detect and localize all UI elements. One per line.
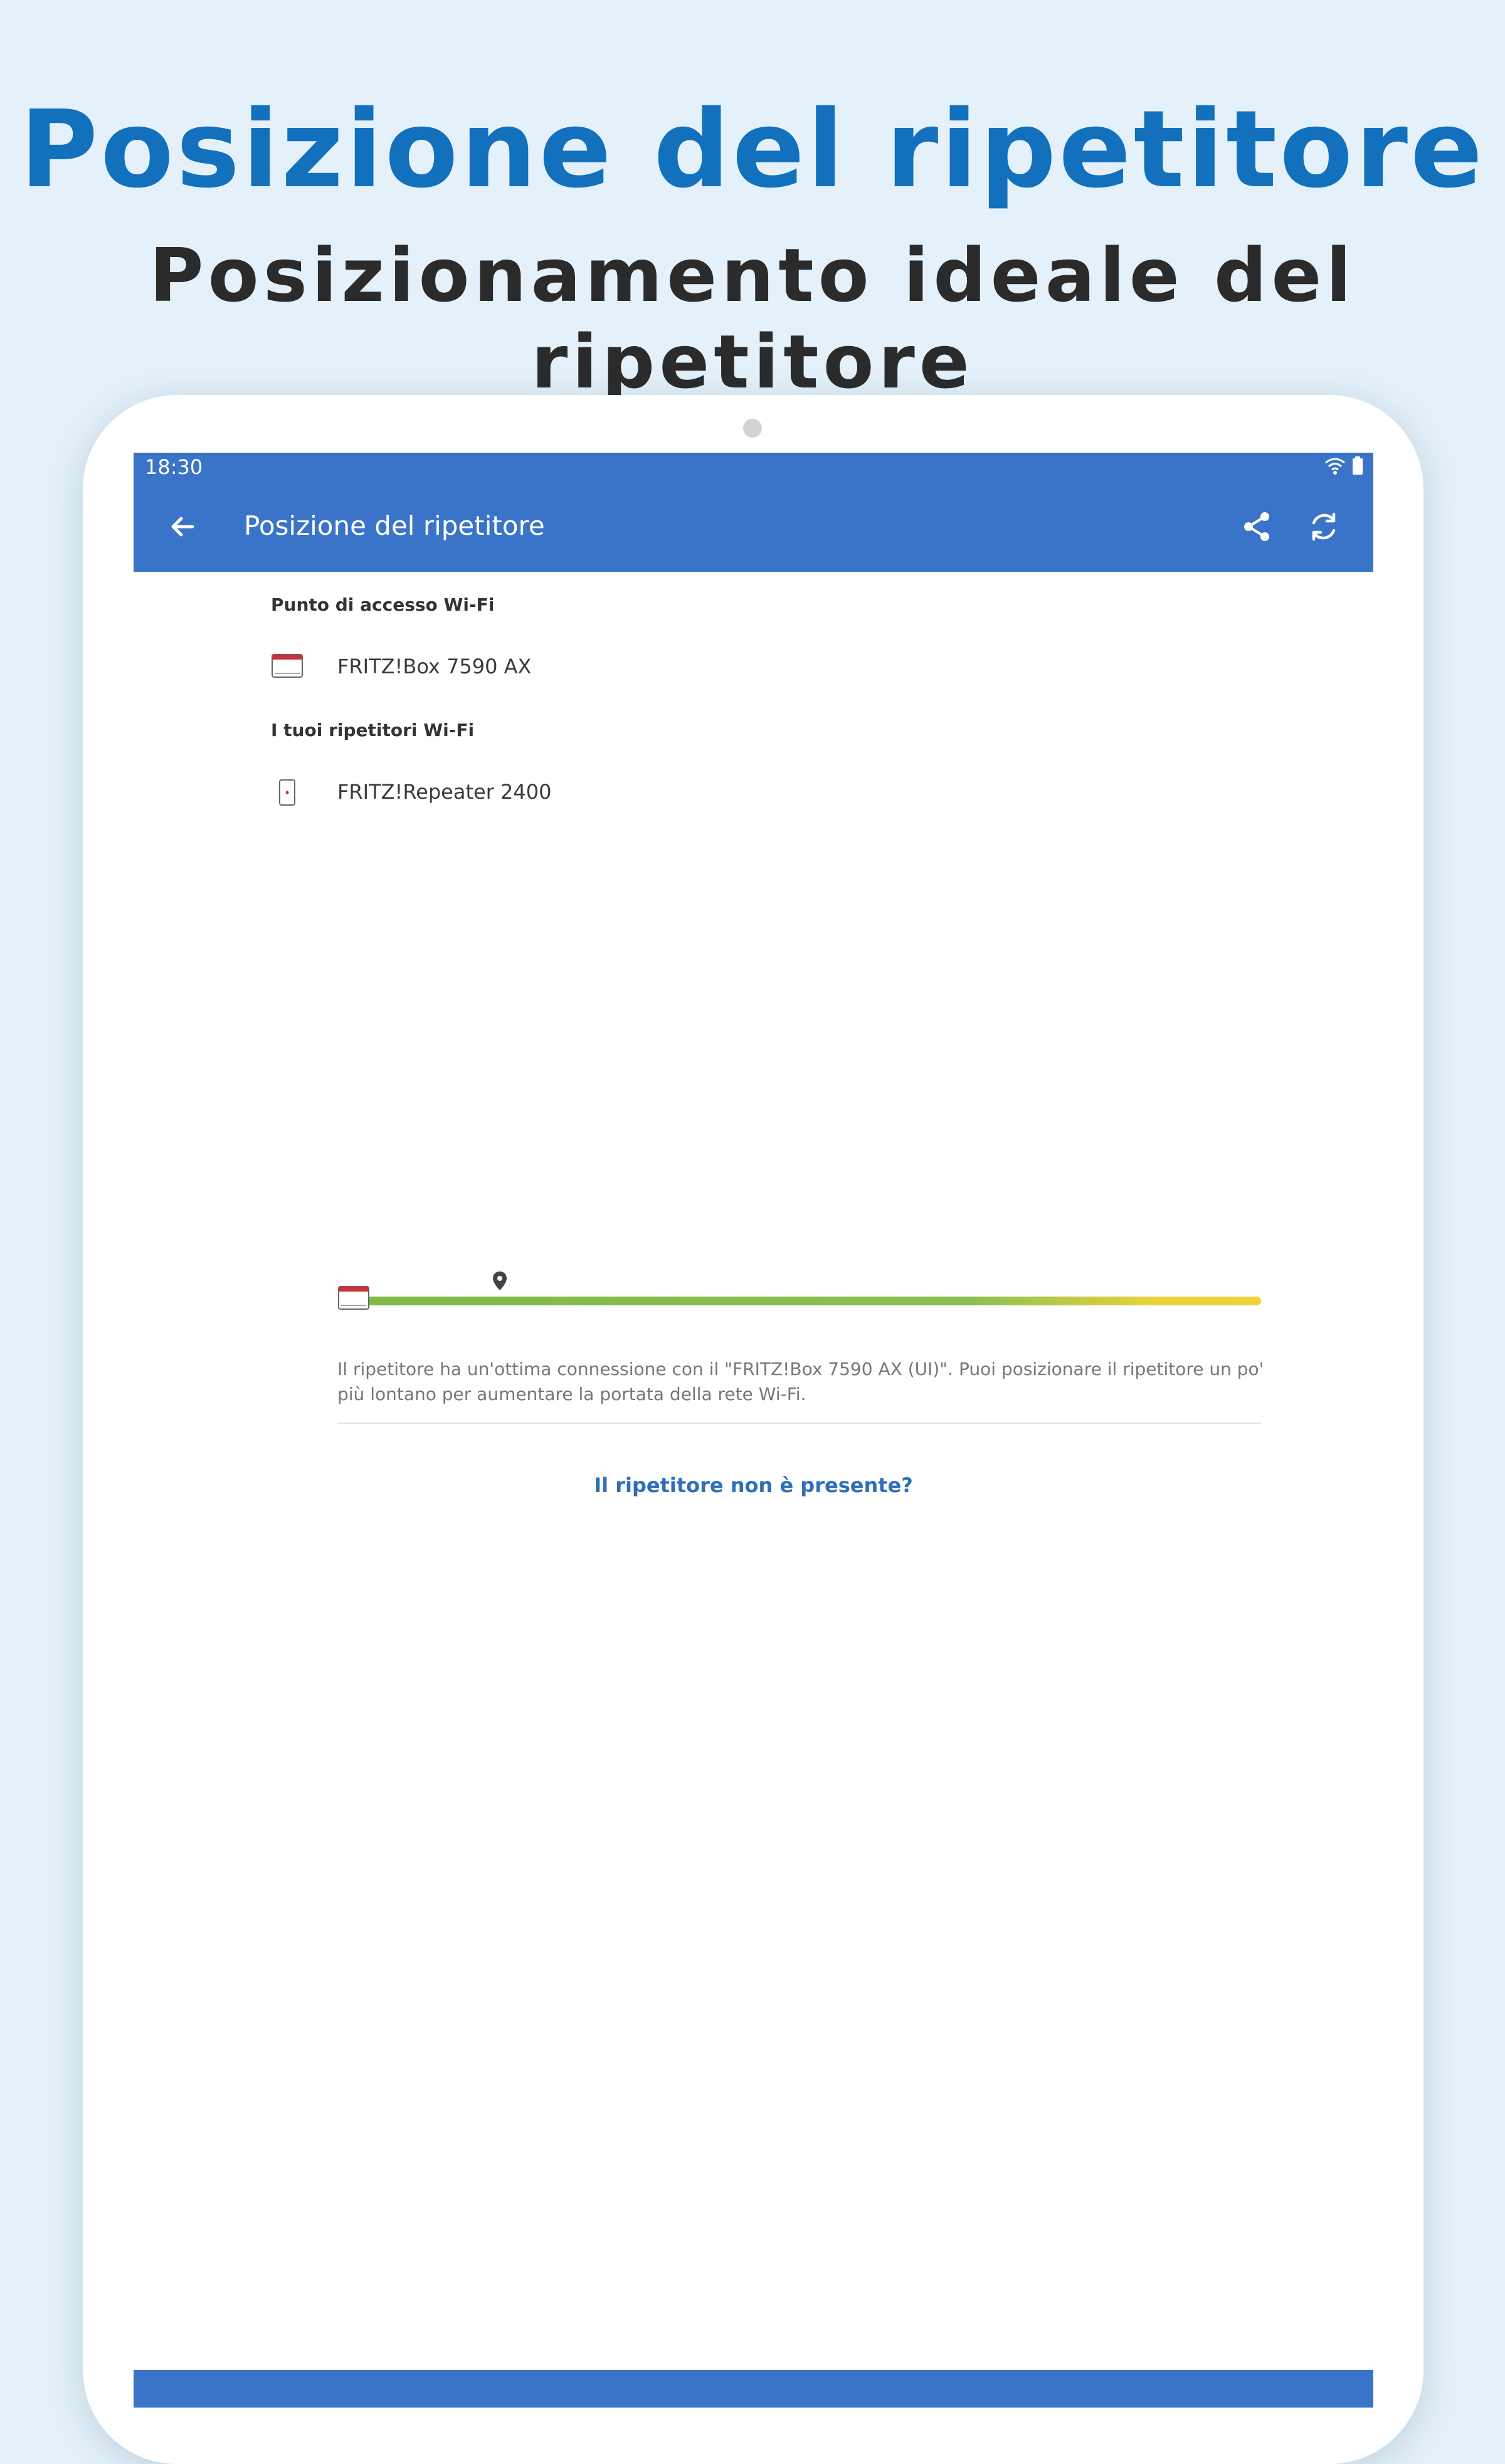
arrow-back-icon[interactable] [162, 507, 203, 547]
wifi-icon [1325, 458, 1345, 475]
access-point-section-label: Punto di accesso Wi-Fi [271, 594, 495, 615]
refresh-icon[interactable] [1304, 507, 1344, 547]
status-bar: 18:30 [134, 453, 1373, 482]
navigation-bar [134, 2370, 1373, 2408]
router-icon [272, 654, 303, 678]
access-point-name: FRITZ!Box 7590 AX [337, 655, 532, 678]
hero-title: Posizione del ripetitore [19, 88, 1486, 212]
hero-subtitle: Posizionamento ideale del ripetitore [149, 232, 1356, 405]
repeater-name: FRITZ!Repeater 2400 [337, 780, 552, 804]
signal-strength-bar [366, 1297, 1261, 1305]
divider [337, 1423, 1261, 1424]
repeater-icon [279, 779, 295, 806]
repeater-missing-link[interactable]: Il ripetitore non è presente? [134, 1473, 1373, 1497]
status-time: 18:30 [145, 455, 203, 479]
app-screen: 18:30 Posizione del ripetitore Punto di … [134, 453, 1373, 2408]
location-pin-icon [493, 1271, 507, 1290]
router-icon [338, 1286, 369, 1310]
repeater-connection-description: Il ripetitore ha un'ottima connessione c… [337, 1359, 1264, 1404]
battery-icon [1353, 456, 1363, 475]
repeaters-section-label: I tuoi ripetitori Wi-Fi [271, 720, 475, 740]
share-icon[interactable] [1237, 507, 1277, 547]
app-bar: Posizione del ripetitore [134, 482, 1373, 572]
front-camera [743, 419, 762, 438]
app-bar-title: Posizione del ripetitore [244, 510, 545, 541]
